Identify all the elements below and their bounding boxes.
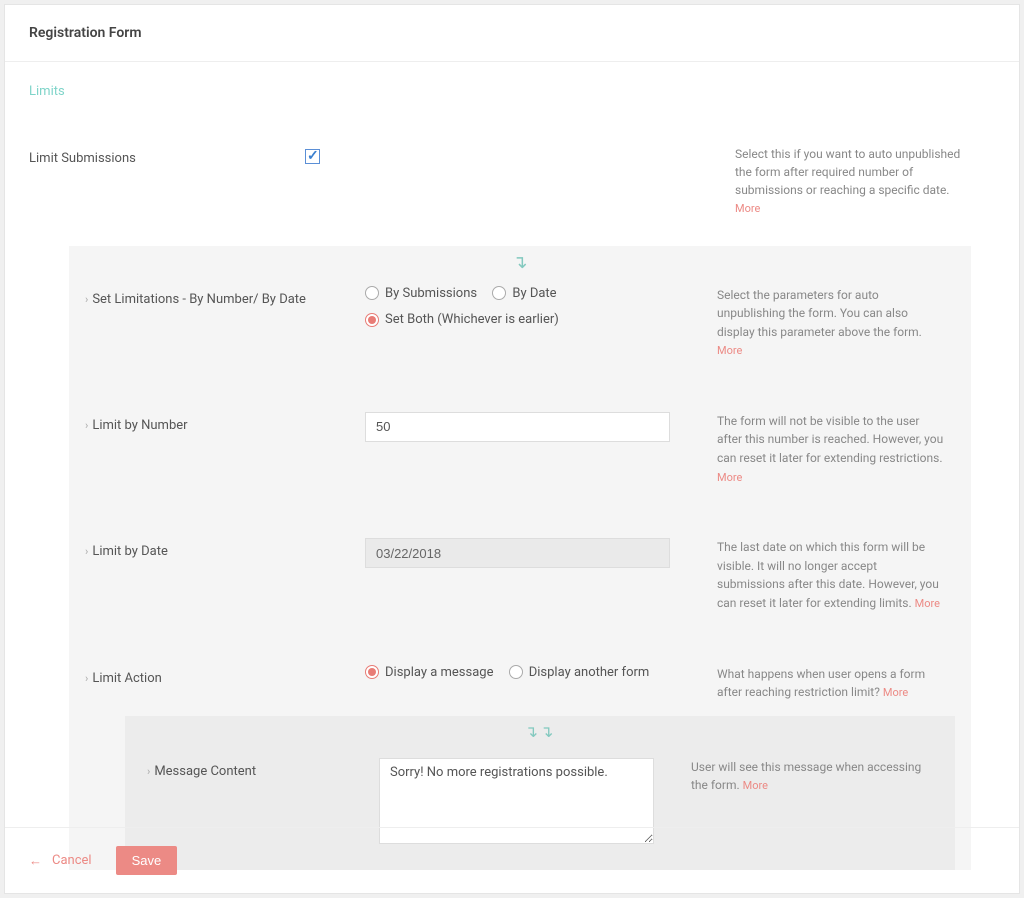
help-text-limit-by-date: The last date on which this form will be…: [717, 540, 939, 610]
label-text-limit-action: Limit Action: [92, 671, 162, 686]
chevron-right-icon: ›: [85, 672, 88, 685]
card-header: Registration Form: [5, 5, 1019, 62]
label-limit-by-number: › Limit by Number: [85, 412, 365, 433]
row-set-limitations: › Set Limitations - By Number/ By Date By…: [85, 254, 955, 384]
radio-by-date[interactable]: By Date: [492, 286, 556, 301]
more-link-limit-by-number[interactable]: More: [717, 471, 742, 484]
tabs-bar: Limits: [5, 62, 1019, 107]
label-text-limit-by-number: Limit by Number: [92, 418, 187, 433]
more-link-limit-submissions[interactable]: More: [735, 202, 760, 215]
control-limit-submissions: [305, 145, 685, 168]
footer-bar: ← Cancel Save: [5, 827, 1019, 893]
input-limit-by-number[interactable]: [365, 412, 670, 442]
chevron-right-icon: ›: [85, 293, 88, 306]
row-limit-by-date: › Limit by Date The last date on which th…: [85, 510, 955, 636]
label-message-content: › Message Content: [141, 758, 379, 779]
radio-label-by-submissions: By Submissions: [385, 286, 477, 301]
help-text-set-limitations: Select the parameters for auto unpublish…: [717, 288, 922, 339]
label-set-limitations: › Set Limitations - By Number/ By Date: [85, 286, 365, 307]
row-limit-submissions: Limit Submissions Select this if you wan…: [5, 145, 995, 218]
radio-display-message[interactable]: Display a message: [365, 665, 494, 680]
chevron-right-icon: ›: [85, 545, 88, 558]
help-limit-action: What happens when user opens a form afte…: [685, 665, 955, 702]
help-limit-submissions: Select this if you want to auto unpublis…: [685, 145, 995, 218]
label-text-message-content: Message Content: [154, 764, 256, 779]
radio-input-set-both[interactable]: [365, 313, 379, 327]
chevron-right-icon: ›: [85, 419, 88, 432]
control-set-limitations: By Submissions By Date Set Both (Whichev…: [365, 286, 685, 339]
form-body: Limit Submissions Select this if you wan…: [5, 107, 1019, 870]
input-limit-by-date[interactable]: [365, 538, 670, 568]
more-link-message-content[interactable]: More: [743, 779, 768, 792]
label-limit-by-date: › Limit by Date: [85, 538, 365, 559]
label-limit-submissions: Limit Submissions: [5, 145, 305, 166]
radio-label-set-both: Set Both (Whichever is earlier): [385, 312, 559, 327]
help-set-limitations: Select the parameters for auto unpublish…: [685, 286, 955, 360]
help-text-message-content: User will see this message when accessin…: [691, 760, 921, 793]
radio-input-by-submissions[interactable]: [365, 286, 379, 300]
label-limit-action: › Limit Action: [85, 665, 365, 686]
radio-label-by-date: By Date: [512, 286, 556, 301]
chevron-right-icon: ›: [147, 765, 150, 778]
control-limit-by-number: [365, 412, 685, 442]
more-link-limit-by-date[interactable]: More: [915, 597, 940, 610]
help-text-limit-by-number: The form will not be visible to the user…: [717, 414, 943, 465]
row-limit-action: › Limit Action Display a message Display …: [85, 637, 955, 716]
settings-card: Registration Form Limits Limit Submissio…: [4, 4, 1020, 894]
checkbox-limit-submissions[interactable]: [305, 149, 320, 164]
radio-by-submissions[interactable]: By Submissions: [365, 286, 477, 301]
radio-input-display-message[interactable]: [365, 665, 379, 679]
save-button[interactable]: Save: [116, 846, 178, 875]
arrow-down-double-icon: ↴↴: [525, 722, 556, 741]
radio-input-display-form[interactable]: [509, 665, 523, 679]
more-link-limit-action[interactable]: More: [883, 686, 908, 699]
control-limit-action: Display a message Display another form: [365, 665, 685, 684]
row-limit-by-number: › Limit by Number The form will not be vi…: [85, 384, 955, 510]
arrow-left-icon: ←: [29, 853, 42, 869]
label-text-limit-by-date: Limit by Date: [92, 544, 168, 559]
page-title: Registration Form: [29, 25, 995, 41]
label-text-set-limitations: Set Limitations - By Number/ By Date: [92, 292, 306, 307]
help-message-content: User will see this message when accessin…: [671, 758, 939, 795]
radio-display-form[interactable]: Display another form: [509, 665, 650, 680]
tab-limits[interactable]: Limits: [29, 84, 65, 99]
help-text-limit-submissions: Select this if you want to auto unpublis…: [735, 147, 960, 197]
control-limit-by-date: [365, 538, 685, 568]
help-limit-by-number: The form will not be visible to the user…: [685, 412, 955, 486]
help-limit-by-date: The last date on which this form will be…: [685, 538, 955, 612]
radio-label-display-message: Display a message: [385, 665, 494, 680]
radio-input-by-date[interactable]: [492, 286, 506, 300]
cancel-label: Cancel: [52, 853, 92, 868]
radio-label-display-form: Display another form: [529, 665, 650, 680]
sub-panel-limits: ↴ › Set Limitations - By Number/ By Date …: [69, 246, 971, 870]
more-link-set-limitations[interactable]: More: [717, 344, 742, 357]
arrow-down-icon: ↴: [512, 252, 527, 273]
cancel-button[interactable]: ← Cancel: [29, 853, 92, 869]
radio-set-both[interactable]: Set Both (Whichever is earlier): [365, 312, 559, 327]
